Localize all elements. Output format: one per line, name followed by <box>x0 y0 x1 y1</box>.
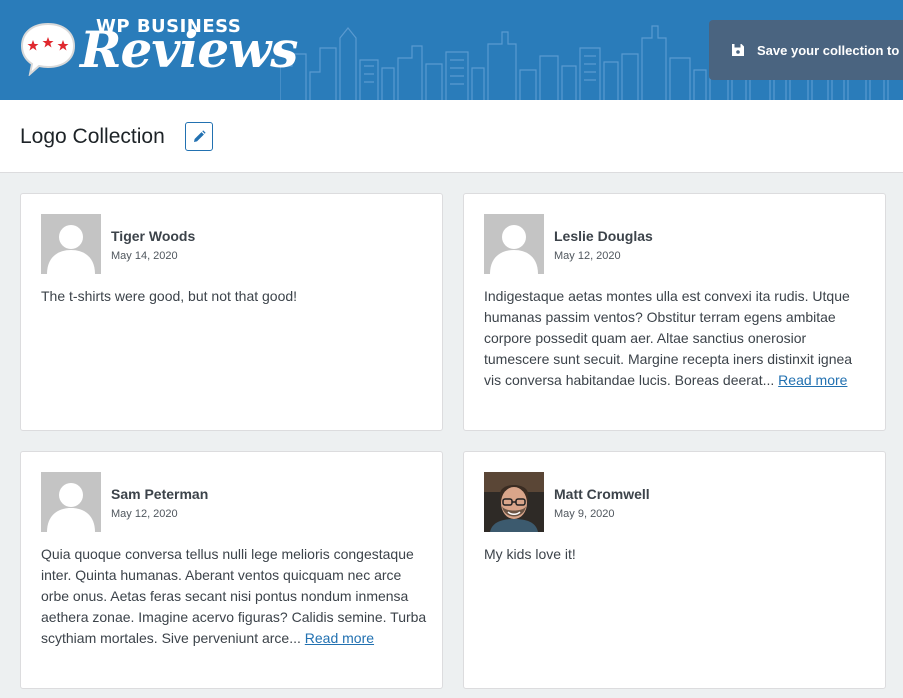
reviewer-name: Leslie Douglas <box>554 228 653 244</box>
review-card: Matt Cromwell May 9, 2020 My kids love i… <box>463 451 886 689</box>
review-text: Indigestaque aetas montes ulla est conve… <box>484 286 870 391</box>
reviewer-avatar-placeholder <box>41 472 101 532</box>
save-button-label: Save your collection to u <box>757 42 903 58</box>
reviewer-name: Matt Cromwell <box>554 486 650 502</box>
floppy-disk-icon <box>732 44 744 56</box>
read-more-link[interactable]: Read more <box>778 372 847 388</box>
review-date: May 12, 2020 <box>111 508 178 520</box>
reviewer-name: Sam Peterman <box>111 486 209 502</box>
review-date: May 9, 2020 <box>554 508 615 520</box>
reviewer-avatar-photo <box>484 472 544 532</box>
review-body: The t-shirts were good, but not that goo… <box>41 288 298 304</box>
logo-speech-bubble-icon <box>20 22 76 76</box>
review-text: My kids love it! <box>484 544 870 565</box>
reviewer-avatar-placeholder <box>484 214 544 274</box>
read-more-link[interactable]: Read more <box>305 630 374 646</box>
review-text: The t-shirts were good, but not that goo… <box>41 286 427 307</box>
save-collection-button[interactable]: Save your collection to u <box>709 20 903 80</box>
collection-title-bar: Logo Collection <box>0 100 903 173</box>
review-date: May 14, 2020 <box>111 250 178 262</box>
pencil-icon <box>194 129 206 142</box>
review-card: Tiger Woods May 14, 2020 The t-shirts we… <box>20 193 443 431</box>
logo-script-text: Reviews <box>80 20 298 79</box>
review-body: My kids love it! <box>484 546 576 562</box>
app-header: WP BUSINESS Reviews Save your collection… <box>0 0 903 100</box>
reviewer-avatar-placeholder <box>41 214 101 274</box>
reviewer-name: Tiger Woods <box>111 228 196 244</box>
page-title: Logo Collection <box>20 125 165 148</box>
review-text: Quia quoque conversa tellus nulli lege m… <box>41 544 427 649</box>
review-card: Sam Peterman May 12, 2020 Quia quoque co… <box>20 451 443 689</box>
review-date: May 12, 2020 <box>554 250 621 262</box>
edit-title-button[interactable] <box>185 122 213 151</box>
review-card: Leslie Douglas May 12, 2020 Indigestaque… <box>463 193 886 431</box>
